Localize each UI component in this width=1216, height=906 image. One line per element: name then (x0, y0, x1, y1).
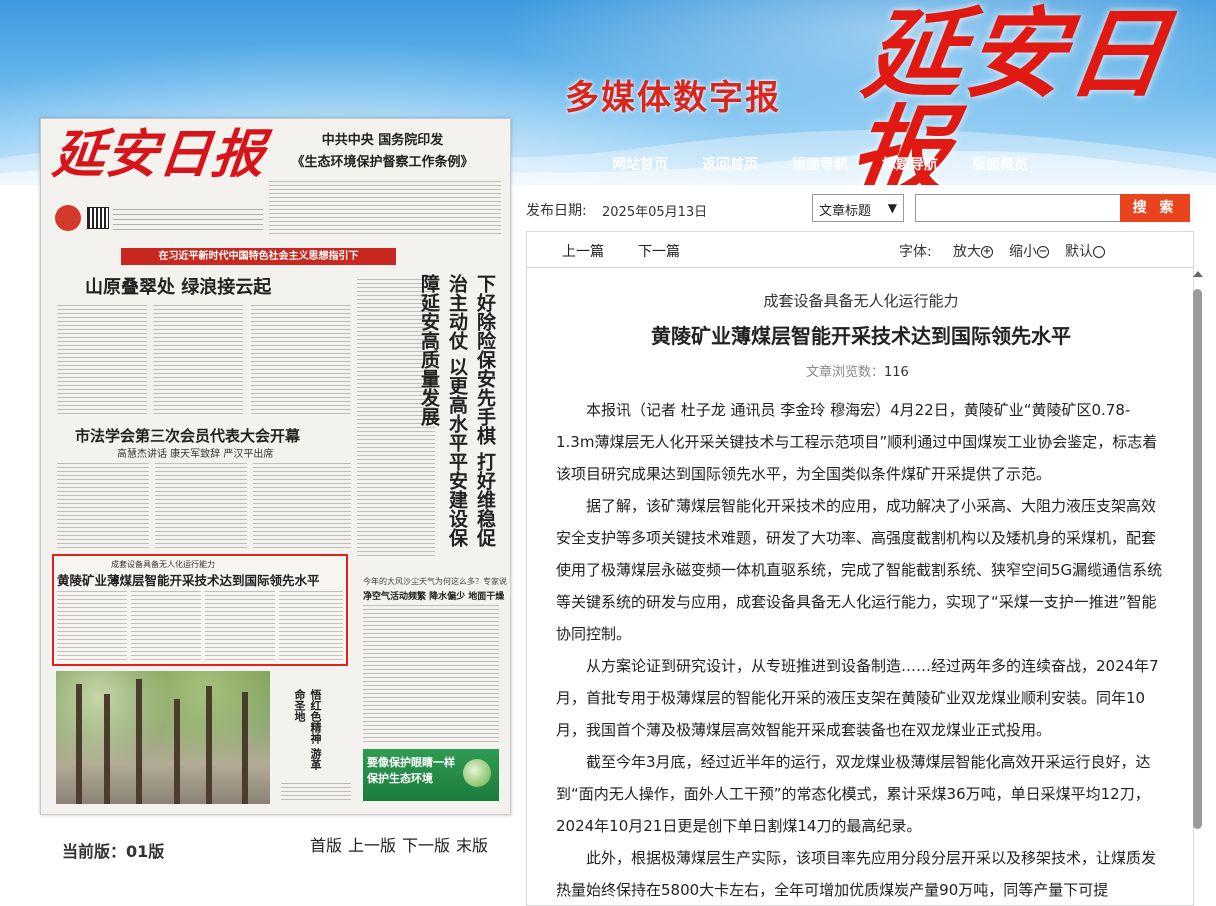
text-column (57, 305, 147, 417)
article-paragraph: 据了解，该矿薄煤层智能化开采技术的应用，成功解决了小采高、大阻力液压支架高效安全… (556, 497, 1163, 643)
zoom-out-label: 缩小 (1009, 244, 1037, 260)
scrollbar-thumb[interactable] (1193, 289, 1202, 829)
article-views: 文章浏览数：116 (806, 361, 909, 380)
text-column (253, 463, 351, 549)
next-page-link[interactable]: 下一版 (402, 832, 450, 856)
default-size-button[interactable]: 默认 (1065, 241, 1105, 261)
article-scrollbar[interactable] (1191, 267, 1205, 906)
search-button[interactable]: 搜 索 (1120, 194, 1190, 222)
paper-photo (56, 671, 270, 804)
pubdate-value: 2025年05月13日 (602, 205, 708, 220)
zoom-in-button[interactable]: 放大 + (953, 241, 993, 261)
nav-title-navigation[interactable]: 标题导航 (865, 150, 955, 178)
article-body: 本报讯（记者 杜子龙 通讯员 李金玲 穆海宏）4月22日，黄陵矿业“黄陵矿区0.… (556, 394, 1166, 905)
nav-site-home[interactable]: 网站首页 (595, 150, 685, 178)
paper-vertical-headline[interactable]: 下好除险保安先手棋 打好维稳促治主动仗 以更高水平平安建设保障延安高质量发展 (418, 274, 499, 564)
text-column (153, 305, 243, 417)
next-article-link[interactable]: 下一篇 (638, 241, 680, 261)
paper-headline-1[interactable]: 山原叠翠处 绿浪接云起 (85, 273, 271, 299)
text-column (279, 591, 343, 661)
pubdate-label: 发布日期: (526, 203, 587, 219)
last-page-link[interactable]: 末版 (456, 832, 488, 856)
side-story-title[interactable]: 净空气活动频繁 降水偏少 地面干燥 (363, 589, 504, 602)
paper-masthead-logo: 延安日报 (49, 124, 269, 185)
article-toolbar: 上一篇 下一篇 字体: 放大 + 缩小 − 默认 (526, 231, 1194, 267)
page-navigation: 首版 上一版 下一版 末版 (310, 832, 488, 856)
text-column (57, 463, 149, 549)
top-nav: 网站首页 返回首页 版面导航 标题导航 版面概览 (595, 150, 1045, 178)
article-paragraph: 本报讯（记者 杜子龙 通讯员 李金玲 穆海宏）4月22日，黄陵矿业“黄陵矿区0.… (556, 401, 1158, 483)
text-column (57, 591, 127, 661)
paper-headline-2[interactable]: 市法学会第三次会员代表大会开幕 (75, 425, 300, 446)
highlight-title: 黄陵矿业薄煤层智能开采技术达到国际领先水平 (57, 573, 320, 588)
font-size-label: 字体: (899, 244, 932, 260)
first-page-link[interactable]: 首版 (310, 832, 342, 856)
text-column (269, 181, 501, 237)
photo-caption: 悟红色精神 游革命圣地 (293, 689, 322, 770)
prev-page-link[interactable]: 上一版 (348, 832, 396, 856)
masthead-info-text (113, 209, 263, 233)
article-paragraph: 从方案论证到研究设计，从专班推进到设备制造……经过两年多的连续奋战，2024年7… (556, 657, 1159, 739)
views-count: 116 (884, 365, 909, 380)
nav-back-home[interactable]: 返回首页 (685, 150, 775, 178)
meta-search-row: 发布日期: 2025年05月13日 文章标题 ▼ 搜 索 (526, 194, 1190, 224)
text-column (131, 591, 201, 661)
zoom-out-button[interactable]: 缩小 − (1009, 241, 1049, 261)
text-column (155, 463, 247, 549)
search-input[interactable] (915, 194, 1121, 222)
scroll-up-arrow-icon[interactable] (1193, 271, 1203, 277)
text-column (205, 591, 275, 661)
article-paragraph: 截至今年3月底，经过近半年的运行，双龙煤业极薄煤层智能化高效开采运行良好，达到“… (556, 753, 1151, 835)
nav-page-overview[interactable]: 版面概览 (955, 150, 1045, 178)
search-type-select[interactable]: 文章标题 ▼ (812, 194, 904, 222)
minus-circle-icon: − (1037, 246, 1049, 258)
article-paragraph: 此外，根据极薄煤层生产实际，该项目率先应用分段分层开采以及移架技术，让煤质发热量… (556, 849, 1157, 899)
qr-code-icon (87, 207, 109, 229)
article-title: 黄陵矿业薄煤层智能开采技术达到国际领先水平 (651, 324, 1071, 348)
default-size-label: 默认 (1065, 244, 1093, 260)
current-page-label: 当前版：01版 (62, 842, 165, 861)
masthead-seal (55, 205, 81, 231)
text-column (251, 305, 351, 417)
prev-article-link[interactable]: 上一篇 (562, 241, 604, 261)
public-service-ad: 要像保护眼睛一样 保护生态环境 (363, 749, 499, 801)
nav-page-navigation[interactable]: 版面导航 (775, 150, 865, 178)
search-select-value: 文章标题 (819, 204, 872, 219)
circle-icon (1093, 246, 1105, 258)
article-subtitle: 成套设备具备无人化运行能力 (763, 292, 959, 310)
top-story-line2: 《生态环境保护督察工作条例》 (291, 155, 474, 170)
article-panel: 成套设备具备无人化运行能力 黄陵矿业薄煤层智能开采技术达到国际领先水平 文章浏览… (526, 267, 1194, 906)
paper-red-banner: 在习近平新时代中国特色社会主义思想指引下 (121, 248, 396, 265)
paper-headline-2-sub: 高慧杰讲话 康天军致辞 严汉平出席 (117, 449, 274, 460)
highlight-subtitle: 成套设备具备无人化运行能力 (111, 560, 215, 569)
zoom-in-label: 放大 (953, 244, 981, 260)
text-column (281, 783, 351, 803)
text-column (363, 605, 499, 743)
top-story-line1: 中共中央 国务院印发 (321, 133, 444, 148)
earth-icon (463, 759, 491, 787)
views-label: 文章浏览数： (806, 365, 885, 380)
newspaper-page-image[interactable]: 延安日报 中共中央 国务院印发 《生态环境保护督察工作条例》 在习近平新时代中国… (40, 118, 511, 815)
paper-top-story[interactable]: 中共中央 国务院印发 《生态环境保护督察工作条例》 (266, 129, 499, 175)
site-tagline: 多媒体数字报 (565, 78, 781, 118)
chevron-down-icon: ▼ (887, 201, 897, 215)
plus-circle-icon: + (981, 246, 993, 258)
